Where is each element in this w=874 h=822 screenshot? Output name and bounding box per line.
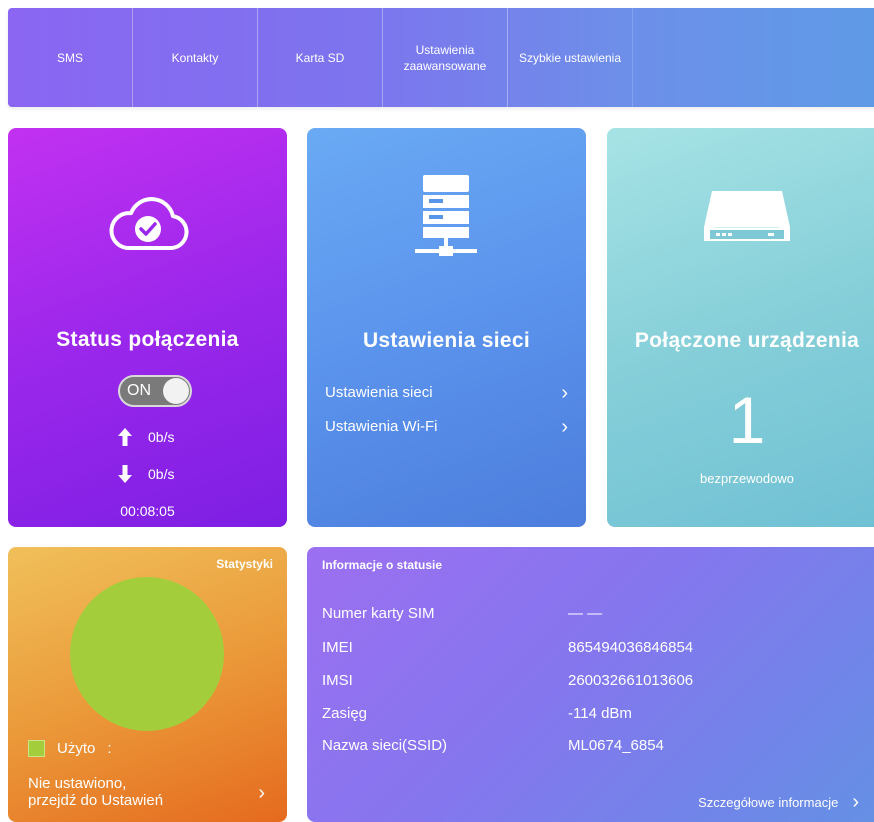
network-settings-title: Ustawienia sieci: [362, 329, 531, 352]
upload-rate-value: 0b/s: [148, 429, 175, 445]
status-info-title: Informacje o statusie: [322, 558, 443, 572]
chevron-right-icon: ›: [561, 381, 568, 404]
connection-status-title: Status połączenia: [56, 328, 239, 351]
connected-devices-title: Połączone urządzenia: [634, 329, 860, 352]
info-value: 260032661013606: [568, 672, 694, 689]
statistics-card: Statystyki Użyto : Nie ustawiono, przejd…: [8, 547, 287, 822]
info-label: Zasięg: [322, 705, 368, 722]
nav-sms[interactable]: SMS: [8, 8, 133, 107]
info-label: IMSI: [322, 672, 353, 689]
info-value: ML0674_6854: [568, 737, 664, 754]
connected-devices-count: 1: [728, 383, 766, 457]
upload-rate: 0b/s: [118, 428, 174, 446]
network-settings-link[interactable]: Ustawienia sieci ›: [325, 381, 568, 404]
server-network-icon: [415, 175, 477, 261]
status-info-card: Informacje o statusie Numer karty SIM — …: [307, 547, 874, 822]
connection-status-card: Status połączenia ON 0b/s 0b/s 00:08:05: [8, 128, 287, 527]
nav-quick-settings[interactable]: Szybkie ustawienia: [508, 8, 633, 107]
network-settings-card: Ustawienia sieci Ustawienia sieci › Usta…: [307, 128, 586, 527]
network-settings-link-label: Ustawienia sieci: [325, 384, 433, 401]
upload-arrow-icon: [118, 428, 148, 446]
download-rate-value: 0b/s: [148, 466, 175, 482]
used-value: :: [107, 740, 112, 757]
download-rate: 0b/s: [118, 465, 174, 483]
download-arrow-icon: [118, 465, 148, 483]
chevron-right-icon: ›: [852, 791, 859, 813]
info-value: -114 dBm: [568, 705, 632, 722]
go-to-settings-line1: Nie ustawiono,: [28, 775, 127, 792]
wifi-settings-link-label: Ustawienia Wi-Fi: [325, 418, 438, 435]
info-label: Nazwa sieci(SSID): [322, 737, 448, 754]
top-navigation: SMS Kontakty Karta SD Ustawienia zaawans…: [8, 8, 874, 107]
used-color-swatch: [28, 740, 45, 757]
connection-toggle[interactable]: ON: [118, 375, 192, 407]
toggle-knob: [163, 378, 189, 404]
info-label: Numer karty SIM: [322, 605, 435, 622]
usage-legend: Użyto :: [28, 740, 112, 757]
used-label: Użyto: [57, 740, 96, 757]
details-link-label: Szczegółowe informacje: [698, 794, 839, 810]
info-label: IMEI: [322, 639, 353, 656]
nav-contacts[interactable]: Kontakty: [133, 8, 258, 107]
nav-advanced-settings[interactable]: Ustawienia zaawansowane: [383, 8, 508, 107]
go-to-settings-line2: przejdź do Ustawień: [28, 792, 164, 809]
connected-devices-card[interactable]: Połączone urządzenia 1 bezprzewodowo: [607, 128, 874, 527]
connection-uptime: 00:08:05: [120, 503, 175, 519]
wifi-settings-link[interactable]: Ustawienia Wi-Fi ›: [325, 415, 568, 438]
info-value: 865494036846854: [568, 639, 694, 656]
cloud-check-icon: [105, 190, 191, 256]
details-link[interactable]: Szczegółowe informacje ›: [698, 791, 859, 813]
usage-pie-chart: [70, 577, 224, 731]
statistics-title: Statystyki: [216, 557, 273, 571]
chevron-right-icon: ›: [258, 782, 265, 804]
nav-sd-card[interactable]: Karta SD: [258, 8, 383, 107]
toggle-label: ON: [127, 382, 151, 399]
router-icon: [704, 187, 790, 245]
chevron-right-icon: ›: [561, 415, 568, 438]
go-to-settings-link[interactable]: Nie ustawiono, przejdź do Ustawień ›: [28, 775, 273, 809]
connection-type-label: bezprzewodowo: [700, 471, 794, 486]
info-value: — —: [568, 605, 603, 622]
